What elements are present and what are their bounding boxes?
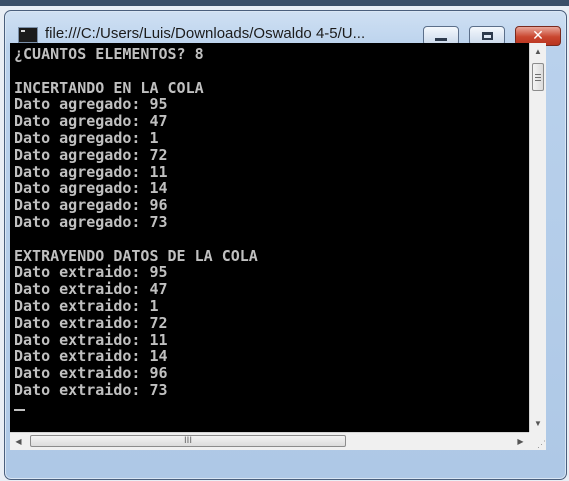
scroll-right-button[interactable]: ▶: [512, 433, 529, 450]
console-line: Dato extraido: 73: [14, 380, 168, 399]
scroll-up-icon: ▲: [534, 47, 542, 56]
console-line: Dato extraido: 1: [14, 296, 159, 315]
resize-grip-icon: ⋰: [537, 439, 546, 449]
console-line: Dato agregado: 73: [14, 212, 168, 231]
resize-grip[interactable]: ⋰: [529, 432, 546, 450]
window-title: file:///C:/Users/Luis/Downloads/Oswaldo …: [45, 25, 366, 42]
vertical-scroll-thumb[interactable]: [532, 63, 544, 91]
scroll-left-button[interactable]: ◀: [10, 433, 27, 450]
console-line: Dato agregado: 95: [14, 95, 168, 114]
console-line: Dato agregado: 1: [14, 128, 159, 147]
console-output[interactable]: ¿CUANTOS ELEMENTOS? 8 INCERTANDO EN LA C…: [10, 43, 529, 432]
console-line: Dato agregado: 11: [14, 162, 168, 181]
console-text: ¿CUANTOS ELEMENTOS? 8 INCERTANDO EN LA C…: [10, 43, 529, 399]
console-line: Dato extraido: 14: [14, 347, 168, 366]
minimize-icon: [435, 38, 447, 41]
console-line: Dato extraido: 95: [14, 263, 168, 282]
console-app-icon[interactable]: [18, 27, 38, 43]
vertical-scrollbar[interactable]: ▲ ▼: [529, 43, 546, 432]
console-line: EXTRAYENDO DATOS DE LA COLA: [14, 246, 258, 265]
console-line: Dato extraido: 47: [14, 280, 168, 299]
scroll-down-button[interactable]: ▼: [530, 415, 546, 432]
desktop-background: [0, 0, 569, 6]
console-line: Dato extraido: 72: [14, 313, 168, 332]
console-line: INCERTANDO EN LA COLA: [14, 78, 204, 97]
scroll-thumb-grip-icon: III: [184, 436, 192, 446]
horizontal-scrollbar[interactable]: ◀ III ▶: [10, 432, 529, 450]
console-line: Dato extraido: 96: [14, 364, 168, 383]
scroll-left-icon: ◀: [15, 437, 22, 446]
maximize-icon: [481, 32, 493, 40]
scroll-right-icon: ▶: [517, 437, 524, 446]
console-line: Dato agregado: 96: [14, 196, 168, 215]
text-cursor: [14, 408, 25, 411]
close-icon: ✕: [532, 28, 544, 44]
console-line: Dato agregado: 47: [14, 112, 168, 131]
console-line: Dato agregado: 72: [14, 145, 168, 164]
console-line: ¿CUANTOS ELEMENTOS? 8: [14, 45, 204, 63]
scroll-down-icon: ▼: [534, 419, 542, 428]
console-line: Dato agregado: 14: [14, 179, 168, 198]
scroll-up-button[interactable]: ▲: [530, 43, 546, 60]
horizontal-scroll-thumb[interactable]: III: [30, 435, 346, 447]
console-line: Dato extraido: 11: [14, 330, 168, 349]
